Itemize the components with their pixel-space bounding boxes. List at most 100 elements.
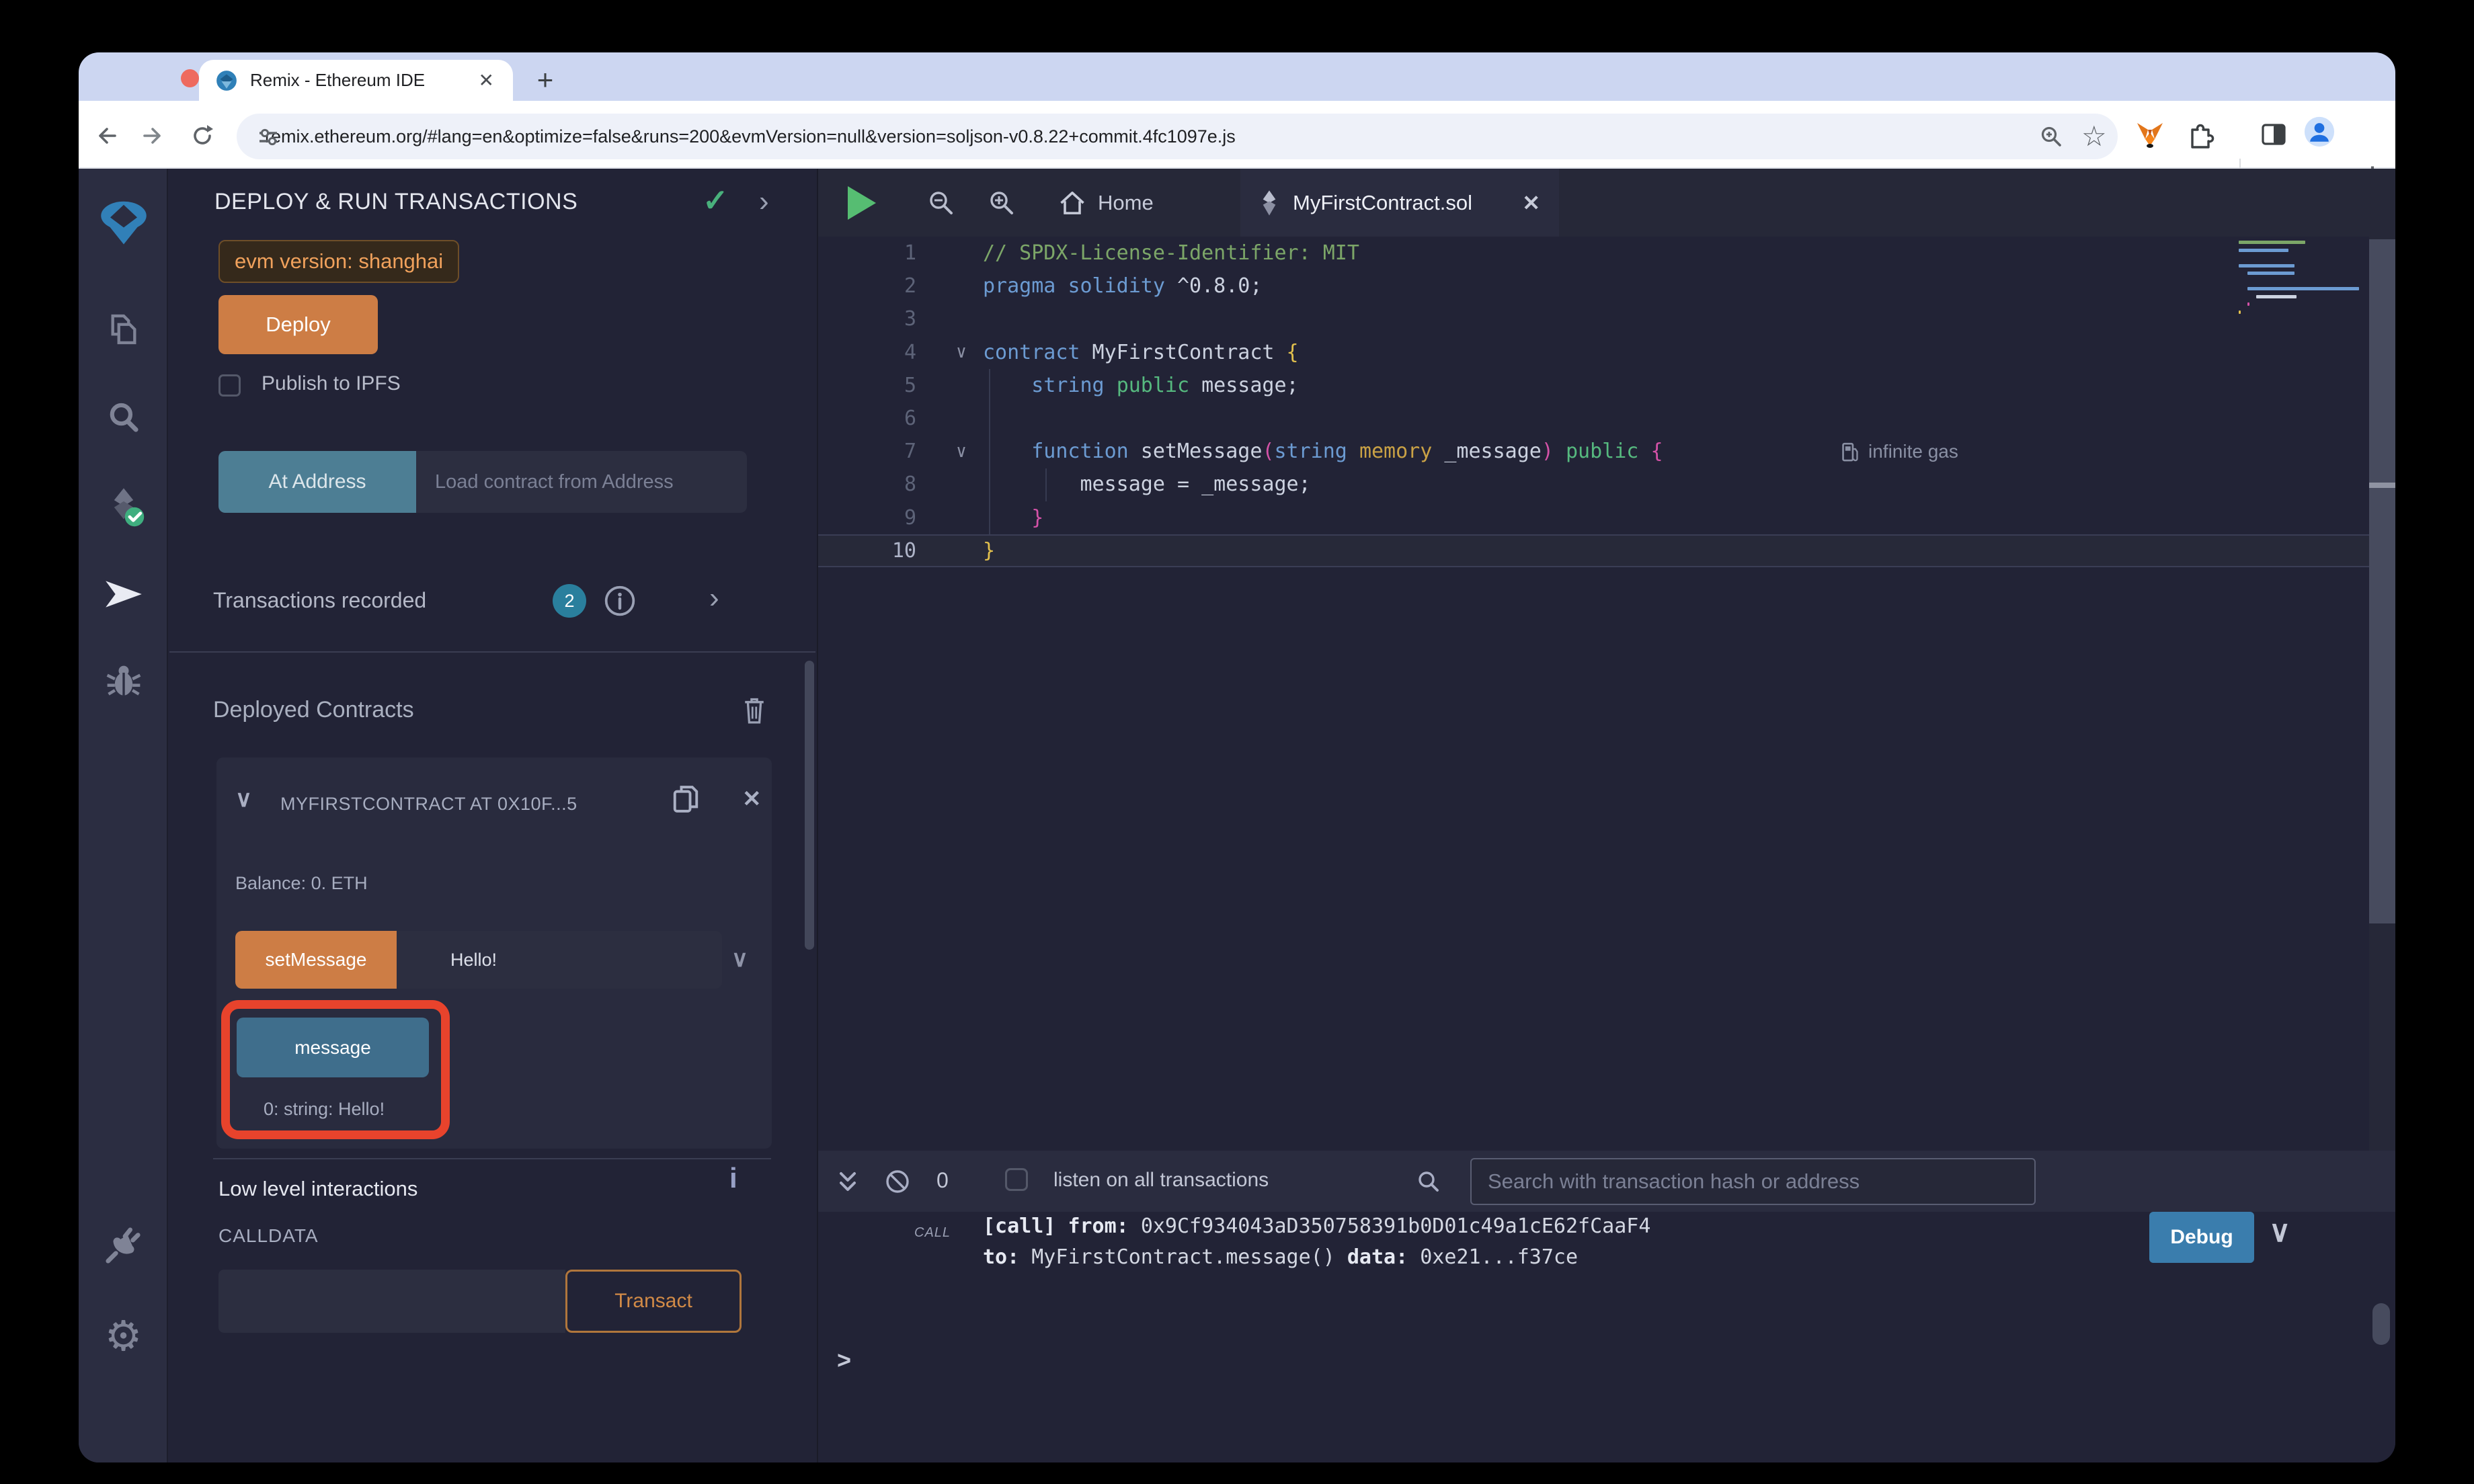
new-tab-button[interactable] bbox=[528, 63, 563, 98]
listen-transactions-checkbox[interactable] bbox=[1005, 1168, 1028, 1191]
collapse-terminal-icon[interactable] bbox=[833, 1167, 863, 1196]
terminal-log-line: to: MyFirstContract.message() data: 0xe2… bbox=[983, 1245, 1578, 1269]
side-panel-icon[interactable] bbox=[2258, 119, 2289, 150]
code-line[interactable]: 1// SPDX-License-Identifier: MIT bbox=[818, 237, 2369, 270]
code-line[interactable]: 7 function setMessage(string memory _mes… bbox=[818, 435, 2369, 468]
message-result: 0: string: Hello! bbox=[264, 1099, 385, 1120]
terminal-toolbar: 0 listen on all transactions bbox=[818, 1151, 2395, 1212]
trash-icon[interactable] bbox=[740, 694, 769, 727]
deploy-button[interactable]: Deploy bbox=[218, 295, 378, 354]
deployed-contract-card: MYFIRSTCONTRACT AT 0X10F...5 Balance: 0.… bbox=[216, 757, 772, 1149]
transactions-recorded-label: Transactions recorded bbox=[213, 588, 426, 613]
close-file-tab-icon[interactable] bbox=[1522, 190, 1540, 216]
terminal-scrollbar-thumb[interactable] bbox=[2372, 1303, 2390, 1345]
contract-name: MYFIRSTCONTRACT AT 0X10F...5 bbox=[280, 794, 657, 815]
close-tab-icon[interactable] bbox=[479, 69, 494, 91]
site-settings-icon[interactable] bbox=[254, 123, 282, 151]
reload-icon[interactable] bbox=[188, 121, 217, 151]
panel-divider bbox=[169, 651, 815, 653]
publish-ipfs-label: Publish to IPFS bbox=[262, 372, 401, 395]
url-bar[interactable]: remix.ethereum.org/#lang=en&optimize=fal… bbox=[237, 114, 2118, 159]
back-icon[interactable] bbox=[91, 121, 120, 151]
extensions-puzzle-icon[interactable] bbox=[2184, 119, 2215, 150]
code-line[interactable]: 9 } bbox=[818, 501, 2369, 534]
zoom-in-icon[interactable] bbox=[985, 186, 1019, 220]
copy-address-icon[interactable] bbox=[668, 782, 703, 817]
contract-collapse-chevron-icon[interactable] bbox=[235, 786, 252, 813]
debug-button[interactable]: Debug bbox=[2149, 1212, 2254, 1263]
set-message-button[interactable]: setMessage bbox=[235, 931, 397, 989]
panel-scrollbar[interactable] bbox=[805, 661, 814, 950]
file-tab-label: MyFirstContract.sol bbox=[1293, 191, 1472, 215]
home-tab-label: Home bbox=[1098, 191, 1154, 215]
remove-contract-icon[interactable] bbox=[742, 786, 762, 813]
low-level-info-icon[interactable] bbox=[729, 1162, 737, 1194]
deployed-contracts-heading: Deployed Contracts bbox=[213, 697, 414, 723]
debugger-icon[interactable] bbox=[79, 661, 168, 702]
deploy-and-run-icon[interactable] bbox=[79, 573, 168, 617]
code-editor[interactable]: 1// SPDX-License-Identifier: MIT2pragma … bbox=[818, 237, 2369, 1151]
code-line[interactable]: 10} bbox=[818, 534, 2369, 567]
plugin-manager-icon[interactable] bbox=[79, 1225, 168, 1266]
bookmark-star-icon[interactable] bbox=[2081, 122, 2110, 151]
editor-scrollbar[interactable] bbox=[2369, 237, 2395, 1151]
indent-guide bbox=[1045, 468, 1047, 501]
tab-home[interactable]: Home bbox=[1058, 169, 1154, 237]
forward-icon[interactable] bbox=[139, 121, 169, 151]
code-line[interactable]: 6 bbox=[818, 402, 2369, 435]
home-icon bbox=[1058, 188, 1087, 218]
solidity-compiler-icon[interactable] bbox=[79, 485, 168, 528]
set-message-input[interactable] bbox=[397, 931, 722, 989]
run-script-play-icon[interactable] bbox=[848, 186, 876, 220]
code-line[interactable]: 8 message = _message; bbox=[818, 468, 2369, 501]
transactions-count-badge: 2 bbox=[553, 584, 586, 618]
log-expand-chevron-icon[interactable] bbox=[2269, 1214, 2290, 1249]
code-line[interactable]: 4contract MyFirstContract { bbox=[818, 336, 2369, 369]
browser-tab[interactable]: Remix - Ethereum IDE bbox=[199, 60, 513, 101]
search-icon[interactable] bbox=[79, 399, 168, 438]
code-line[interactable]: 5 string public message; bbox=[818, 369, 2369, 402]
file-explorer-icon[interactable] bbox=[79, 310, 168, 349]
profile-avatar[interactable] bbox=[2304, 116, 2335, 147]
transact-button[interactable]: Transact bbox=[565, 1270, 742, 1333]
settings-gear-icon[interactable] bbox=[79, 1311, 168, 1360]
editor-scrollbar-thumb[interactable] bbox=[2369, 239, 2395, 923]
calldata-label: CALLDATA bbox=[218, 1225, 319, 1247]
remix-favicon bbox=[215, 69, 238, 92]
tab-title: Remix - Ethereum IDE bbox=[250, 70, 425, 91]
metamask-extension-icon[interactable] bbox=[2134, 119, 2165, 150]
contract-balance: Balance: 0. ETH bbox=[235, 873, 368, 894]
at-address-button[interactable]: At Address bbox=[218, 451, 416, 513]
zoom-page-icon[interactable] bbox=[2037, 122, 2065, 151]
publish-ipfs-checkbox[interactable] bbox=[218, 374, 241, 397]
compile-success-check-icon bbox=[703, 182, 729, 218]
calldata-input[interactable] bbox=[218, 1270, 565, 1333]
solidity-file-icon bbox=[1258, 190, 1281, 216]
remix-app: DEPLOY & RUN TRANSACTIONS evm version: s… bbox=[79, 169, 2395, 1462]
panel-expand-chevron-icon[interactable] bbox=[759, 185, 769, 218]
editor-scrollbar-marker bbox=[2369, 483, 2395, 488]
gas-annotation: infinite gas bbox=[1840, 440, 1958, 463]
pending-transactions-count: 0 bbox=[936, 1168, 949, 1193]
close-window-button[interactable] bbox=[181, 69, 199, 87]
terminal-search-input[interactable] bbox=[1470, 1158, 2036, 1205]
browser-toolbar: remix.ethereum.org/#lang=en&optimize=fal… bbox=[79, 101, 2395, 169]
transactions-expand-chevron-icon[interactable] bbox=[709, 581, 719, 615]
terminal-prompt: > bbox=[837, 1346, 851, 1374]
editor-toolbar: Home MyFirstContract.sol bbox=[818, 169, 2395, 237]
code-line[interactable]: 2pragma solidity ^0.8.0; bbox=[818, 270, 2369, 302]
editor-minimap[interactable] bbox=[2239, 241, 2366, 318]
tab-file-active[interactable]: MyFirstContract.sol bbox=[1240, 169, 1559, 237]
message-button[interactable]: message bbox=[237, 1018, 429, 1077]
panel-divider bbox=[213, 1158, 771, 1159]
info-icon[interactable] bbox=[603, 584, 637, 618]
code-line[interactable]: 3 bbox=[818, 302, 2369, 335]
at-address-input[interactable] bbox=[416, 451, 747, 513]
terminal-log-line: [call] from: 0x9Cf934043aD350758391b0D01… bbox=[983, 1214, 1650, 1238]
icon-rail bbox=[79, 169, 168, 1462]
zoom-out-icon[interactable] bbox=[924, 186, 958, 220]
clear-console-icon[interactable] bbox=[883, 1167, 912, 1196]
remix-logo-icon[interactable] bbox=[79, 196, 168, 249]
panel-title: DEPLOY & RUN TRANSACTIONS bbox=[214, 189, 577, 215]
expand-params-chevron-icon[interactable] bbox=[731, 946, 748, 973]
